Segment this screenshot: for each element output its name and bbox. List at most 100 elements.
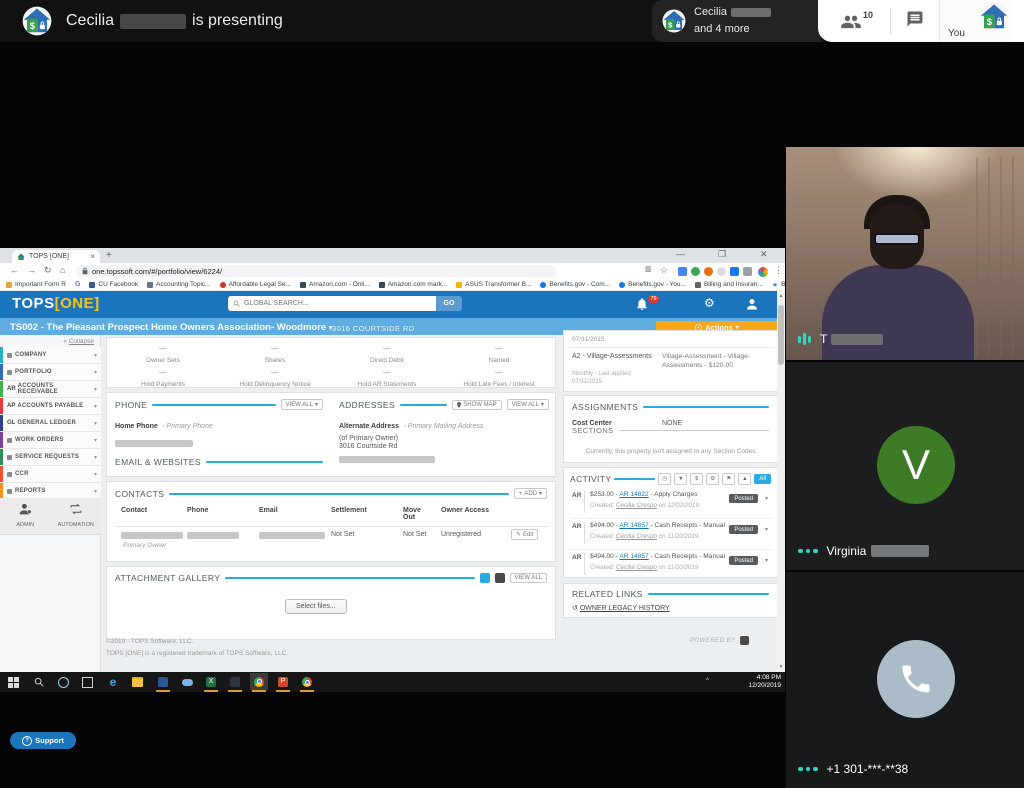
chevron-down-icon[interactable]: ▾: [765, 557, 768, 564]
admin-button[interactable]: ADMIN: [0, 498, 51, 534]
start-button[interactable]: [6, 675, 20, 689]
activity-dollar-filter-icon[interactable]: $: [690, 473, 703, 485]
tray-expand-icon[interactable]: ^: [706, 678, 709, 684]
bookmark-item[interactable]: ASUS Transformer B...: [456, 281, 531, 288]
reload-icon[interactable]: ↻: [44, 265, 52, 276]
sidebar-item-work-orders[interactable]: WORK ORDERS▾: [0, 432, 101, 449]
activity-chart-filter-icon[interactable]: ▲: [738, 473, 751, 485]
creator-link[interactable]: Cecilia Crespo: [616, 564, 657, 571]
scrollbar-thumb[interactable]: [778, 305, 784, 365]
bookmark-item[interactable]: Amazon.com - Onli...: [300, 281, 370, 288]
extension-icon[interactable]: [704, 267, 713, 276]
show-map-button[interactable]: SHOW MAP: [452, 400, 501, 410]
activity-ref-link[interactable]: AR 14857: [619, 553, 648, 560]
extension-icon[interactable]: [678, 267, 687, 276]
attachments-view-all-button[interactable]: VIEW ALL: [510, 573, 547, 583]
sidebar-item-company[interactable]: COMPANY▾: [0, 347, 101, 364]
window-close-button[interactable]: ✕: [760, 249, 768, 260]
activity-all-filter-button[interactable]: All: [754, 474, 771, 484]
bookmark-item[interactable]: CU Facebook: [89, 281, 138, 288]
bookmark-item[interactable]: Benefits.gov - Com...: [540, 281, 610, 288]
chrome-icon-active[interactable]: [250, 673, 268, 690]
participant-tile-virginia[interactable]: V Virginia: [786, 362, 1024, 570]
extension-icon[interactable]: [691, 267, 700, 276]
scroll-down-icon[interactable]: ▼: [777, 664, 785, 670]
back-icon[interactable]: ←: [10, 265, 19, 275]
activity-clock-filter-icon[interactable]: ◷: [658, 473, 671, 485]
activity-ref-link[interactable]: AR 14857: [619, 522, 648, 529]
bookmark-item[interactable]: Important Form R: [6, 281, 66, 288]
search-go-button[interactable]: GO: [436, 296, 462, 311]
grid-view-icon[interactable]: [480, 573, 490, 583]
taskbar-clock[interactable]: 4:08 PM 12/20/2019: [748, 674, 781, 690]
user-icon[interactable]: [746, 298, 758, 310]
browser-tab[interactable]: TOPS [ONE] ×: [12, 250, 100, 263]
sidebar-item-service-requests[interactable]: SERVICE REQUESTS▾: [0, 449, 101, 466]
bookmark-google-icon[interactable]: G: [75, 281, 80, 288]
sidebar-item-general-ledger[interactable]: GL GENERAL LEDGER▾: [0, 415, 101, 432]
window-minimize-button[interactable]: —: [676, 249, 685, 259]
participant-tile-phone[interactable]: +1 301-***-**38: [786, 572, 1024, 788]
new-tab-button[interactable]: +: [106, 250, 112, 261]
cortana-icon[interactable]: [56, 675, 70, 689]
bookmark-item[interactable]: Accounting Topic...: [147, 281, 210, 288]
dark-app-icon[interactable]: [228, 675, 242, 689]
creator-link[interactable]: Cecilia Crespo: [616, 533, 657, 540]
addresses-view-all-button[interactable]: VIEW ALL▾: [507, 399, 549, 410]
taskbar-search-icon[interactable]: [32, 675, 46, 689]
sidebar-item-ccr[interactable]: CCR▾: [0, 466, 101, 483]
sidebar-collapse[interactable]: « Collapse: [63, 338, 94, 345]
forward-icon[interactable]: →: [27, 265, 36, 275]
teams-app-icon[interactable]: [156, 675, 170, 689]
bookmark-item[interactable]: Billing and Insuran...: [695, 281, 763, 288]
sidebar-item-accounts-receivable[interactable]: AR ACCOUNTS RECEIVABLE▾: [0, 381, 101, 398]
participants-pill[interactable]: $ Cecilia and 4 more: [652, 0, 821, 42]
chat-button[interactable]: [905, 10, 925, 33]
global-search-input[interactable]: [228, 296, 436, 311]
edit-contact-button[interactable]: ✎Edit: [511, 529, 538, 540]
onedrive-icon[interactable]: [180, 675, 194, 689]
bookmark-star-icon[interactable]: ☆: [660, 265, 668, 276]
window-maximize-button[interactable]: ❐: [718, 249, 726, 260]
bookmark-item[interactable]: Amazon.com mark...: [379, 281, 448, 288]
activity-funnel-filter-icon[interactable]: ▼: [674, 473, 687, 485]
home-icon[interactable]: ⌂: [60, 265, 65, 275]
phone-view-all-button[interactable]: VIEW ALL▾: [281, 399, 323, 410]
extension-icon[interactable]: [717, 267, 726, 276]
activity-ref-link[interactable]: AR 14822: [619, 491, 648, 498]
bell-icon[interactable]: [636, 298, 648, 311]
excel-icon[interactable]: X: [204, 675, 218, 689]
tab-close-icon[interactable]: ×: [90, 252, 95, 261]
powerpoint-icon[interactable]: P: [276, 675, 290, 689]
scroll-up-icon[interactable]: ▲: [777, 293, 785, 299]
file-explorer-icon[interactable]: [130, 675, 144, 689]
add-contact-button[interactable]: +ADD▾: [514, 488, 547, 499]
self-view-tile[interactable]: $ You: [939, 0, 1012, 42]
participants-button[interactable]: 10: [840, 13, 872, 29]
owner-legacy-history-link[interactable]: ↺ OWNER LEGACY HISTORY: [572, 604, 670, 612]
automation-button[interactable]: AUTOMATION: [51, 498, 102, 534]
bookmark-item[interactable]: Benefits.gov - You...: [619, 281, 686, 288]
extension-icon[interactable]: [743, 267, 752, 276]
chevron-down-icon[interactable]: ▾: [765, 526, 768, 533]
video-tile[interactable]: T: [786, 147, 1024, 360]
chrome-icon[interactable]: [300, 675, 314, 689]
sidebar-item-portfolio[interactable]: PORTFOLIO▾: [0, 364, 101, 381]
url-field[interactable]: one.topssoft.com/#/portfolio/view/6224/: [76, 265, 556, 277]
reading-list-icon[interactable]: ▥: [645, 265, 652, 273]
facebook-extension-icon[interactable]: [730, 267, 739, 276]
sidebar-item-accounts-payable[interactable]: AP ACCOUNTS PAYABLE▾: [0, 398, 101, 415]
activity-flag-filter-icon[interactable]: ⚑: [722, 473, 735, 485]
property-title[interactable]: TS002 - The Pleasant Prospect Home Owner…: [10, 322, 332, 333]
profile-avatar[interactable]: [758, 267, 768, 277]
activity-wrench-filter-icon[interactable]: ⚙: [706, 473, 719, 485]
gear-icon[interactable]: ⚙: [704, 296, 715, 310]
page-scrollbar[interactable]: ▲ ▼: [777, 291, 785, 672]
support-button[interactable]: ? Support: [10, 732, 76, 749]
bookmark-item[interactable]: Affordable Legal Se...: [220, 281, 291, 288]
list-view-icon[interactable]: [495, 573, 505, 583]
task-view-icon[interactable]: [80, 675, 94, 689]
creator-link[interactable]: Cecilia Crespo: [616, 502, 657, 509]
select-files-button[interactable]: Select files...: [285, 599, 347, 614]
edge-icon[interactable]: e: [106, 675, 120, 689]
